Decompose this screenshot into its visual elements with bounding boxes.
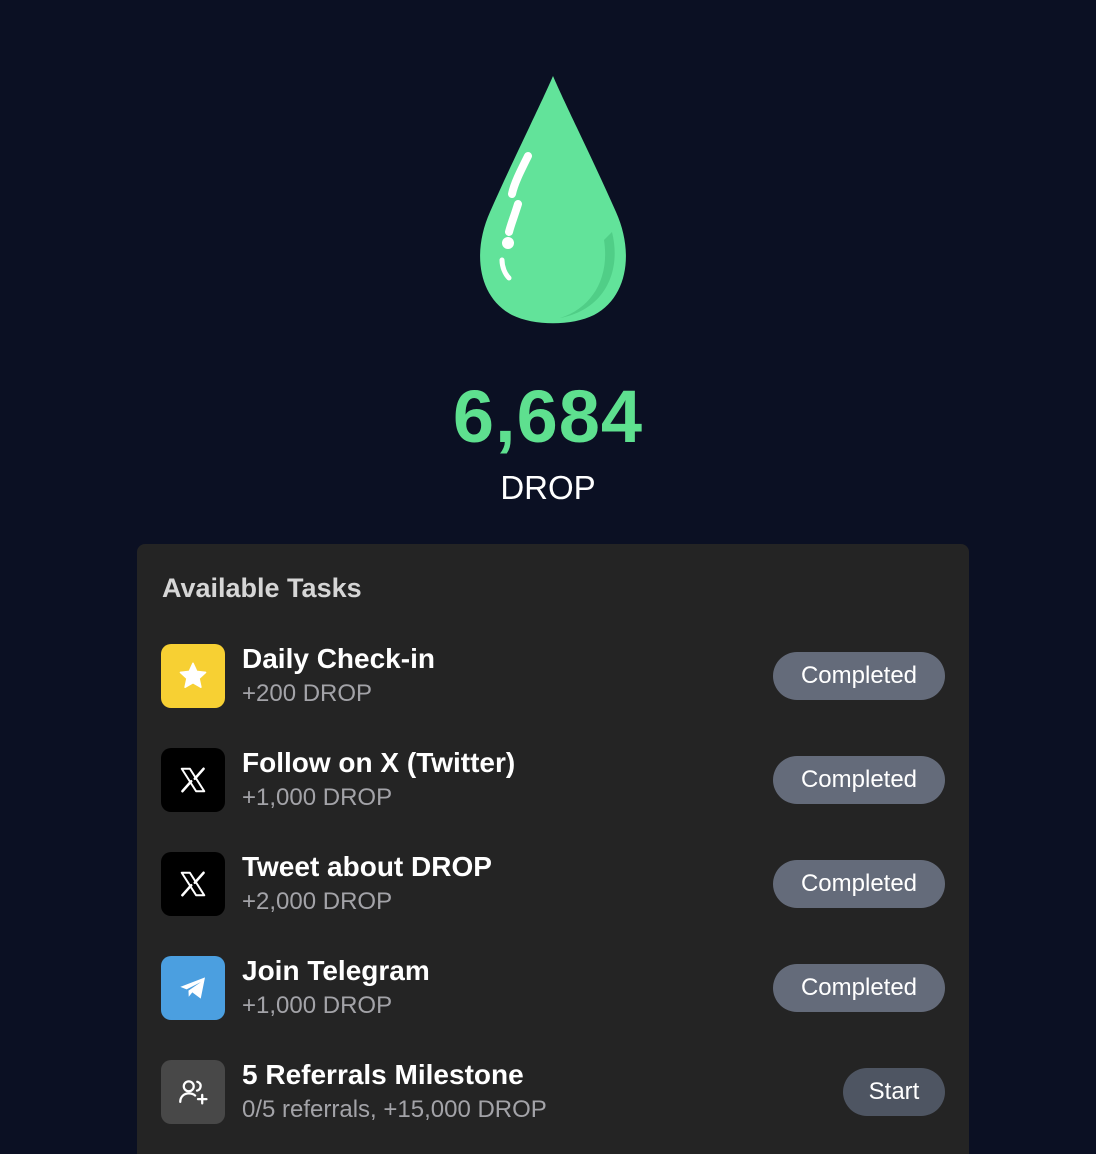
task-name: Follow on X (Twitter) (242, 747, 516, 778)
x-logo-icon (161, 748, 225, 812)
user-plus-icon (161, 1060, 225, 1124)
water-drop-logo (480, 76, 626, 324)
completed-button[interactable]: Completed (773, 964, 945, 1012)
task-reward: +1,000 DROP (242, 784, 393, 811)
tasks-title: Available Tasks (162, 573, 362, 603)
balance-unit: DROP (500, 469, 596, 506)
drop-app-page: 6,684 DROP Available Tasks Daily Check-i… (0, 0, 1096, 1154)
task-reward: 0/5 referrals, +15,000 DROP (242, 1096, 547, 1123)
tasks-card: Available Tasks Daily Check-in +200 DROP… (137, 544, 969, 1154)
completed-button[interactable]: Completed (773, 756, 945, 804)
task-row-tweet-about-drop: Tweet about DROP +2,000 DROP Completed (161, 851, 945, 916)
x-logo-icon (161, 852, 225, 916)
task-name: Join Telegram (242, 955, 430, 986)
balance-value: 6,684 (452, 375, 644, 458)
task-row-referrals-milestone: 5 Referrals Milestone 0/5 referrals, +15… (161, 1059, 945, 1124)
telegram-icon (161, 956, 225, 1020)
task-row-follow-x: Follow on X (Twitter) +1,000 DROP Comple… (161, 747, 945, 812)
task-row-join-telegram: Join Telegram +1,000 DROP Completed (161, 955, 945, 1020)
task-reward: +2,000 DROP (242, 888, 393, 915)
completed-button[interactable]: Completed (773, 860, 945, 908)
start-button[interactable]: Start (843, 1068, 945, 1116)
star-icon (161, 644, 225, 708)
task-reward: +1,000 DROP (242, 992, 393, 1019)
task-reward: +200 DROP (242, 680, 373, 707)
task-name: 5 Referrals Milestone (242, 1059, 524, 1090)
task-name: Daily Check-in (242, 643, 435, 674)
completed-button[interactable]: Completed (773, 652, 945, 700)
task-row-daily-check-in: Daily Check-in +200 DROP Completed (161, 643, 945, 708)
task-name: Tweet about DROP (242, 851, 492, 882)
